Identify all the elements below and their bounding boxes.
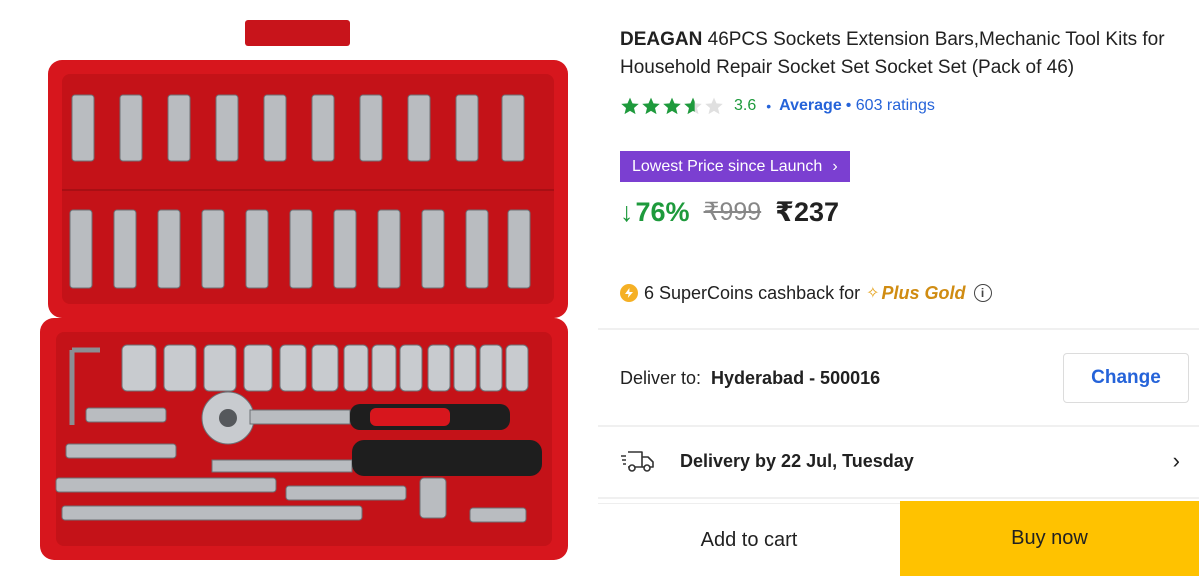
rating-separator: • (766, 98, 772, 114)
delivery-date-row[interactable]: Delivery by 22 Jul, Tuesday › (620, 445, 1180, 477)
lowest-price-label: Lowest Price since Launch (632, 157, 823, 175)
final-price: ₹237 (775, 196, 840, 227)
price-row: ↓ 76% ₹999 ₹237 (620, 194, 839, 230)
lowest-price-badge[interactable]: Lowest Price since Launch › (620, 151, 850, 182)
add-to-cart-button[interactable]: Add to cart (598, 503, 900, 576)
truck-icon (621, 451, 654, 472)
star-filled-icon (642, 97, 660, 115)
product-name: 46PCS Sockets Extension Bars,Mechanic To… (620, 29, 1165, 78)
supercoins-row: 6 SuperCoins cashback for ✧ Plus Gold i (620, 281, 992, 305)
product-info-panel: DEAGAN 46PCS Sockets Extension Bars,Mech… (598, 0, 1199, 576)
deliver-to-label: Deliver to: (620, 367, 702, 388)
product-brand: DEAGAN (620, 29, 703, 50)
star-filled-icon (663, 97, 681, 115)
rating-value: 3.6 (734, 97, 757, 114)
delivery-date: Delivery by 22 Jul, Tuesday (680, 450, 914, 471)
plus-icon: ✧ (866, 285, 880, 302)
product-title: DEAGAN 46PCS Sockets Extension Bars,Mech… (620, 26, 1180, 82)
star-partial-icon (684, 97, 702, 115)
rating-label: Average (779, 97, 842, 114)
star-filled-icon (621, 97, 639, 115)
change-location-button[interactable]: Change (1063, 353, 1189, 403)
rating-stars (620, 96, 724, 116)
buy-now-button[interactable]: Buy now (900, 501, 1199, 576)
rating-count[interactable]: • 603 ratings (846, 97, 935, 115)
deliver-to-row: Deliver to: Hyderabad - 500016 (620, 364, 880, 392)
plus-gold-label: Plus Gold (881, 282, 966, 303)
chevron-right-icon: › (832, 157, 838, 175)
star-empty-icon (705, 97, 723, 115)
chevron-right-icon: › (1172, 448, 1180, 473)
supercoin-icon (620, 284, 638, 302)
delivery-location: Hyderabad - 500016 (711, 367, 881, 388)
down-arrow-icon: ↓ (620, 196, 634, 227)
rating-row[interactable]: 3.6 • Average • 603 ratings (620, 94, 935, 118)
divider (598, 328, 1199, 330)
socket-set-image (40, 20, 568, 560)
info-icon[interactable]: i (973, 284, 992, 302)
divider (598, 497, 1199, 499)
divider (598, 425, 1199, 427)
sockets-row (121, 344, 529, 392)
product-image[interactable] (0, 0, 598, 576)
supercoins-text: 6 SuperCoins cashback for (644, 282, 861, 303)
discount-percent: 76% (635, 196, 690, 227)
original-price: ₹999 (703, 198, 762, 226)
case-handle (245, 20, 350, 46)
